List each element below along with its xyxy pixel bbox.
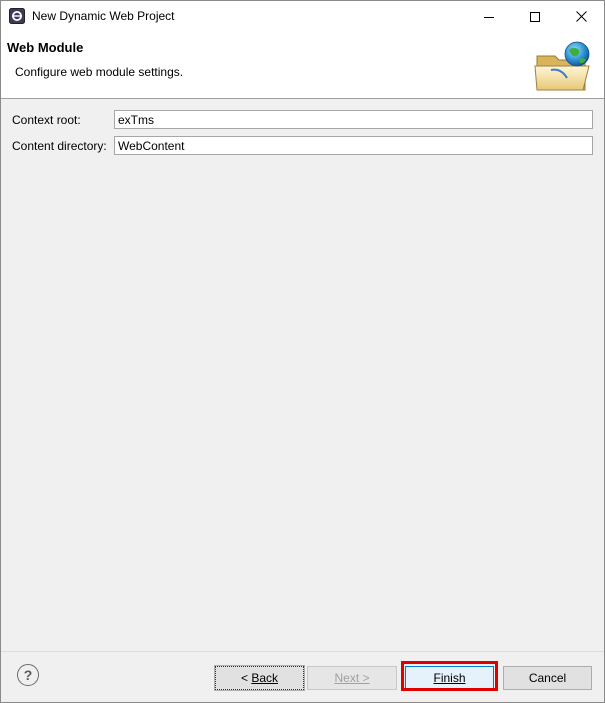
dialog-window: New Dynamic Web Project Web Module Confi…: [0, 0, 605, 703]
page-title: Web Module: [7, 40, 84, 55]
eclipse-app-icon: [9, 8, 25, 24]
web-project-folder-globe-icon: [533, 40, 597, 94]
minimize-button[interactable]: [466, 1, 512, 32]
back-button-prefix: <: [240, 671, 252, 685]
context-root-input[interactable]: [114, 110, 593, 129]
page-description: Configure web module settings.: [15, 65, 184, 79]
next-button[interactable]: Next >: [307, 666, 397, 690]
finish-button-label: Finish: [433, 671, 466, 685]
next-button-label: Next >: [334, 671, 370, 685]
context-root-label: Context root:: [12, 113, 81, 127]
maximize-icon: [530, 11, 540, 22]
back-button[interactable]: < Back: [214, 665, 305, 691]
window-title: New Dynamic Web Project: [32, 9, 175, 23]
title-bar[interactable]: New Dynamic Web Project: [1, 1, 604, 32]
help-icon: ?: [23, 667, 33, 683]
cancel-button-label: Cancel: [528, 671, 567, 685]
content-directory-input[interactable]: [114, 136, 593, 155]
wizard-header: Web Module Configure web module settings…: [1, 32, 604, 99]
button-bar-separator: [1, 651, 604, 652]
close-icon: [575, 11, 587, 22]
finish-button[interactable]: Finish: [405, 666, 494, 690]
minimize-icon: [484, 16, 494, 18]
content-directory-label: Content directory:: [12, 139, 107, 153]
close-button[interactable]: [558, 1, 604, 32]
cancel-button[interactable]: Cancel: [503, 666, 592, 690]
help-button[interactable]: ?: [17, 664, 39, 686]
back-button-label: Back: [251, 671, 279, 685]
maximize-button[interactable]: [512, 1, 558, 32]
